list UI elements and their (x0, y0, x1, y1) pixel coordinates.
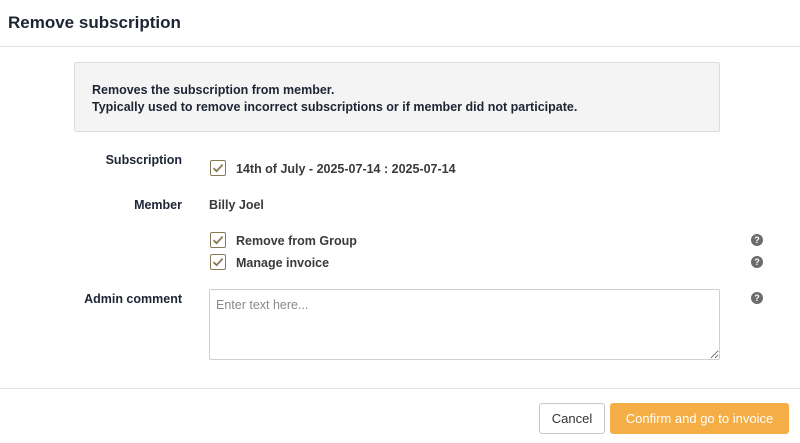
check-icon (212, 257, 224, 267)
dialog-header: Remove subscription (0, 0, 800, 47)
remove-from-group-checkbox[interactable] (210, 232, 226, 248)
info-box: Removes the subscription from member. Ty… (74, 62, 720, 132)
footer-divider (0, 388, 800, 389)
subscription-checkbox[interactable] (210, 160, 226, 176)
member-label: Member (134, 198, 182, 212)
admin-comment-label: Admin comment (84, 292, 182, 306)
question-circle-icon[interactable]: ? (751, 234, 763, 246)
question-circle-icon[interactable]: ? (751, 256, 763, 268)
remove-from-group-label: Remove from Group (236, 234, 357, 248)
subscription-label: Subscription (105, 153, 182, 167)
confirm-and-go-to-invoice-button[interactable]: Confirm and go to invoice (610, 403, 789, 434)
dialog-title: Remove subscription (8, 13, 181, 32)
admin-comment-textarea[interactable] (209, 289, 720, 360)
check-icon (212, 163, 224, 173)
info-line-2: Typically used to remove incorrect subsc… (92, 100, 578, 114)
manage-invoice-checkbox[interactable] (210, 254, 226, 270)
question-circle-icon[interactable]: ? (751, 292, 763, 304)
manage-invoice-label: Manage invoice (236, 256, 330, 270)
member-name: Billy Joel (209, 198, 264, 212)
info-line-1: Removes the subscription from member. (92, 83, 335, 97)
cancel-button[interactable]: Cancel (539, 403, 605, 434)
subscription-value: 14th of July - 2025-07-14 : 2025-07-14 (236, 162, 456, 176)
check-icon (212, 235, 224, 245)
